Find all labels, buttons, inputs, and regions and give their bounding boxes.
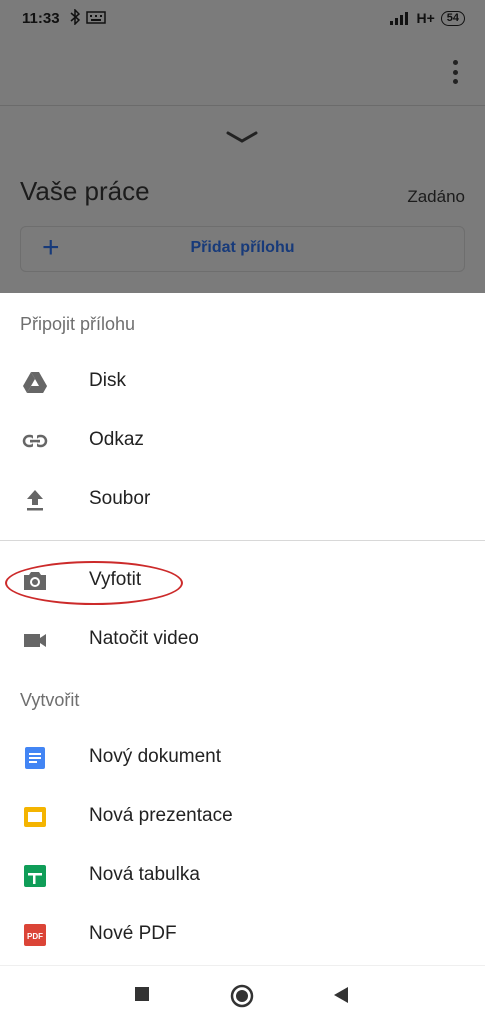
menu-item-new-pdf[interactable]: PDF Nové PDF — [0, 905, 485, 963]
more-options-icon[interactable] — [445, 60, 465, 84]
menu-item-new-document[interactable]: Nový dokument — [0, 728, 485, 786]
attachment-bottom-sheet: Připojit přílohu Disk Odkaz Soubor Vyfot… — [0, 293, 485, 965]
menu-item-new-presentation[interactable]: Nová prezentace — [0, 787, 485, 845]
menu-label: Nová tabulka — [89, 864, 200, 885]
menu-label: Nová prezentace — [89, 805, 233, 826]
recent-apps-icon[interactable] — [134, 986, 150, 1002]
toolbar-divider — [0, 105, 485, 106]
pdf-icon-text: PDF — [27, 932, 43, 941]
chevron-down-icon[interactable] — [226, 130, 258, 144]
add-attachment-button[interactable]: + Přidat přílohu — [20, 226, 465, 272]
dimmed-background: 11:33 H+ 54 Vaše práce Zadáno + Přidat p… — [0, 0, 485, 293]
assignment-status: Zadáno — [407, 187, 465, 206]
network-type: H+ — [416, 10, 435, 26]
add-attachment-label: Přidat přílohu — [190, 239, 295, 256]
menu-label: Vyfotit — [89, 569, 142, 590]
status-time: 11:33 — [22, 10, 60, 27]
signal-icon — [390, 12, 409, 25]
menu-label: Odkaz — [89, 429, 144, 450]
menu-label: Soubor — [89, 488, 151, 509]
create-section-title: Vytvořit — [20, 690, 80, 710]
menu-item-new-spreadsheet[interactable]: Nová tabulka — [0, 846, 485, 904]
attach-section-title: Připojit přílohu — [20, 314, 136, 334]
menu-label: Nový dokument — [89, 746, 222, 767]
menu-item-disk[interactable]: Disk — [0, 352, 485, 410]
battery-indicator: 54 — [440, 10, 465, 26]
menu-label: Natočit video — [89, 628, 199, 649]
menu-divider — [0, 540, 485, 541]
work-section-title: Vaše práce — [20, 176, 150, 206]
home-icon[interactable] — [230, 984, 254, 1008]
camera-icon — [24, 572, 46, 590]
menu-label: Nové PDF — [89, 923, 177, 944]
slides-icon — [24, 807, 46, 827]
menu-item-file[interactable]: Soubor — [0, 470, 485, 528]
menu-label: Disk — [89, 370, 126, 391]
menu-item-record-video[interactable]: Natočit video — [0, 610, 485, 668]
sheets-icon — [24, 865, 46, 887]
menu-item-link[interactable]: Odkaz — [0, 411, 485, 469]
drive-icon — [23, 372, 47, 393]
system-navigation-bar — [0, 965, 485, 1025]
pdf-icon: PDF — [24, 924, 46, 946]
docs-icon — [25, 747, 45, 769]
keyboard-icon — [86, 11, 106, 24]
back-icon[interactable] — [333, 986, 349, 1004]
status-bar: 11:33 H+ 54 — [0, 0, 485, 38]
video-icon — [24, 634, 46, 647]
bluetooth-icon — [70, 9, 80, 25]
upload-icon — [27, 490, 43, 511]
link-icon — [22, 434, 48, 448]
menu-item-take-photo[interactable]: Vyfotit — [0, 551, 485, 609]
